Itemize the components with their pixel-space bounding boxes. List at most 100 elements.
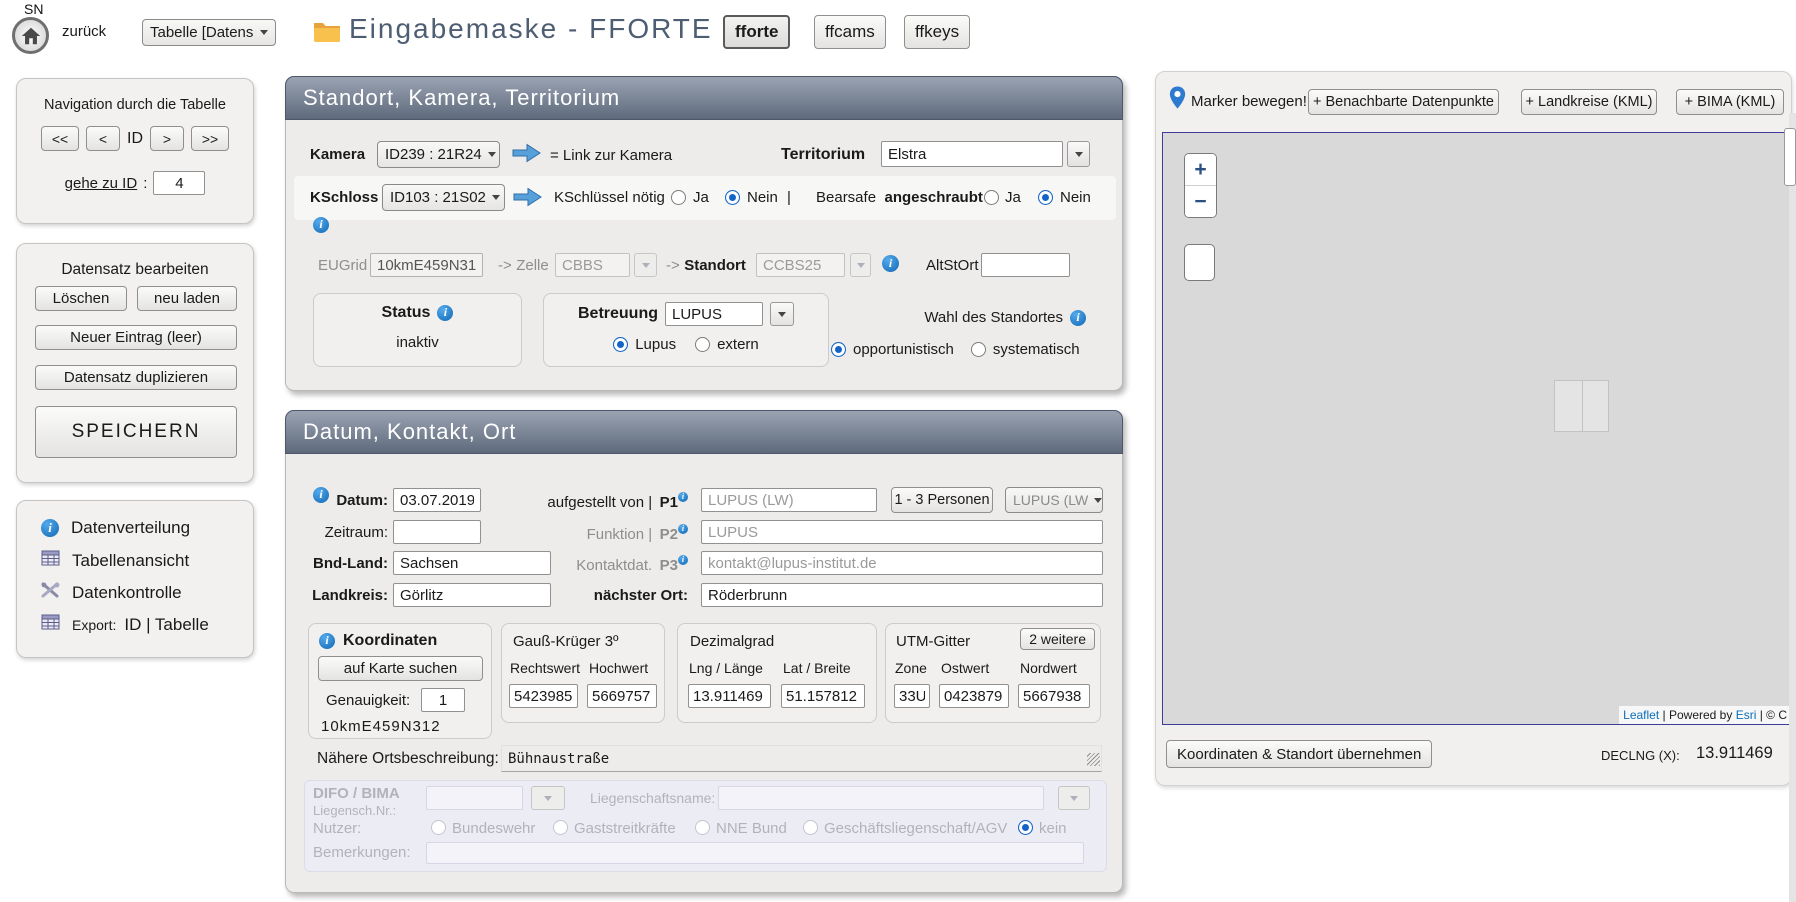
lat-input[interactable] [781, 684, 865, 708]
kschloss-select[interactable]: ID103 : 21S02 [382, 184, 505, 211]
eugrid-input [370, 253, 483, 277]
prev-record-button[interactable]: < [86, 126, 120, 151]
save-button[interactable]: SPEICHERN [35, 406, 237, 458]
hochwert-input[interactable] [587, 684, 657, 708]
export-link[interactable]: Export: ID | Tabelle [41, 614, 209, 635]
lat-label: Lat / Breite [783, 660, 851, 676]
zone-input[interactable] [894, 684, 930, 708]
lng-input[interactable] [688, 684, 771, 708]
p2-input[interactable] [701, 520, 1103, 544]
datenverteilung-link[interactable]: i Datenverteilung [41, 518, 190, 538]
esri-link[interactable]: Esri [1736, 708, 1757, 722]
liegensch-nr-input [426, 786, 523, 810]
info-icon[interactable]: i [437, 305, 453, 321]
resize-grip-icon[interactable] [1087, 753, 1100, 766]
bearsafe-nein-radio[interactable] [1038, 190, 1053, 205]
altstort-input[interactable] [981, 253, 1070, 277]
ffcams-button[interactable]: ffcams [814, 15, 886, 49]
next-record-button[interactable]: > [150, 126, 184, 151]
zoom-in-button[interactable]: + [1185, 154, 1216, 185]
page-scrollbar-thumb[interactable] [1784, 128, 1796, 186]
page-scrollbar[interactable] [1789, 113, 1796, 902]
goto-id-link[interactable]: gehe zu ID [65, 175, 138, 192]
zoom-out-button[interactable]: − [1185, 185, 1216, 217]
info-icon[interactable]: i [882, 255, 899, 272]
info-icon[interactable]: i [319, 633, 335, 649]
new-entry-button[interactable]: Neuer Eintrag (leer) [35, 325, 237, 350]
house-glyph [20, 25, 42, 47]
opportunistisch-radio[interactable] [831, 342, 846, 357]
gauss-krueger-title: Gauß-Krüger 3º [513, 633, 619, 650]
betreuung-input[interactable] [665, 302, 763, 326]
info-icon[interactable]: i [313, 217, 329, 233]
zeitraum-input[interactable] [393, 520, 481, 544]
tabellenansicht-link[interactable]: Tabellenansicht [41, 550, 189, 571]
datum-input[interactable] [393, 488, 481, 512]
info-icon[interactable]: i [678, 555, 688, 565]
systematisch-label: systematisch [993, 341, 1080, 358]
chevron-down-icon [1075, 152, 1083, 157]
genauigkeit-input[interactable] [421, 688, 465, 712]
chevron-down-icon [1094, 498, 1102, 503]
betreuung-extern-radio[interactable] [695, 337, 710, 352]
kschluessel-ja-radio[interactable] [671, 190, 686, 205]
standort-input [756, 253, 845, 277]
geschaeftsliegenschaft-radio [803, 820, 818, 835]
bndland-label: Bnd-Land: [296, 555, 388, 572]
info-icon[interactable]: i [678, 492, 688, 502]
info-icon[interactable]: i [678, 524, 688, 534]
home-icon[interactable] [12, 17, 49, 54]
naechster-ort-input[interactable] [701, 583, 1103, 607]
kschluessel-nein-radio[interactable] [725, 190, 740, 205]
last-record-button[interactable]: >> [191, 126, 229, 151]
zelle-dropdown-button [634, 253, 657, 277]
territorium-input[interactable] [881, 141, 1063, 167]
kamera-select[interactable]: ID239 : 21R24 [377, 141, 500, 168]
landkreise-kml-button[interactable]: + Landkreise (KML) [1521, 89, 1657, 115]
nordwert-input[interactable] [1018, 684, 1090, 708]
p3-input[interactable] [701, 551, 1103, 575]
bearsafe-nein-label: Nein [1060, 189, 1091, 206]
p1-select[interactable]: LUPUS (LW [1005, 487, 1103, 513]
bima-kml-button[interactable]: + BIMA (KML) [1676, 89, 1784, 115]
map-canvas[interactable]: + − Leaflet | Powered by Esri | © C [1162, 132, 1792, 725]
rechtswert-input[interactable] [509, 684, 578, 708]
betreuung-lupus-radio[interactable] [613, 337, 628, 352]
chevron-down-icon [544, 796, 552, 801]
ostwert-input[interactable] [939, 684, 1009, 708]
link-arrow-icon[interactable] [513, 187, 542, 212]
goto-id-input[interactable] [153, 171, 205, 195]
systematisch-radio[interactable] [971, 342, 986, 357]
record-pager: << < ID > >> [17, 126, 253, 151]
ffkeys-button[interactable]: ffkeys [904, 15, 970, 49]
delete-button[interactable]: Löschen [35, 286, 127, 311]
betreuung-options: Lupus extern [544, 336, 828, 353]
betreuung-header: Betreuung [544, 302, 828, 326]
map-extra-control-button[interactable] [1184, 244, 1215, 281]
p1-input[interactable] [701, 488, 877, 512]
liegenschaftsname-dropdown [1058, 786, 1090, 810]
ortsbeschreibung-textarea[interactable]: Bühnaustraße [501, 745, 1102, 772]
leaflet-link[interactable]: Leaflet [1623, 708, 1659, 722]
back-link[interactable]: zurück [62, 23, 106, 40]
utm-more-button[interactable]: 2 weitere [1020, 628, 1095, 650]
duplicate-button[interactable]: Datensatz duplizieren [35, 365, 237, 390]
navigation-box: Navigation durch die Tabelle << < ID > >… [16, 78, 254, 224]
table-select[interactable]: Tabelle [Datens [142, 19, 276, 46]
bearsafe-ja-radio[interactable] [984, 190, 999, 205]
kschloss-band: KSchloss ID103 : 21S02 KSchlüssel nötig … [294, 176, 1116, 220]
reload-button[interactable]: neu laden [137, 286, 237, 311]
fforte-button[interactable]: fforte [723, 15, 790, 49]
betreuung-dropdown-button[interactable] [770, 302, 794, 326]
personen-button[interactable]: 1 - 3 Personen [891, 487, 993, 513]
territorium-dropdown-button[interactable] [1067, 141, 1090, 167]
link-hint-label: = Link zur Kamera [550, 147, 672, 164]
datenkontrolle-link[interactable]: Datenkontrolle [41, 582, 182, 604]
info-icon[interactable]: i [1070, 310, 1086, 326]
auf-karte-suchen-button[interactable]: auf Karte suchen [318, 656, 483, 681]
first-record-button[interactable]: << [41, 126, 79, 151]
koordinaten-title: Koordinaten [343, 632, 437, 650]
benachbarte-datenpunkte-button[interactable]: + Benachbarte Datenpunkte [1308, 89, 1499, 115]
link-arrow-icon[interactable] [512, 143, 541, 168]
koordinaten-uebernehmen-button[interactable]: Koordinaten & Standort übernehmen [1166, 740, 1432, 768]
